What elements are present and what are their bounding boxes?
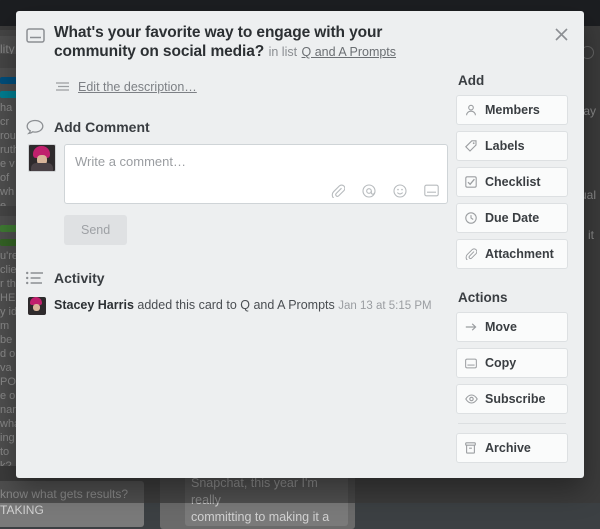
sidebar-item-label: Members [485,103,540,117]
section-title: Activity [54,270,105,286]
description-lines-icon [56,82,69,93]
sidebar-item-label: Move [485,320,517,334]
add-comment-heading: Add Comment [26,119,448,135]
comment-toolbar [331,184,439,198]
arrow-right-icon [465,321,478,333]
copy-card-icon [465,358,478,369]
sidebar-item-label: Subscribe [485,392,545,406]
sidebar-item-attachment[interactable]: Attachment [456,239,568,269]
mention-icon[interactable] [362,184,376,198]
in-list-label: in list [269,45,297,59]
close-icon[interactable] [546,19,576,49]
sidebar-item-subscribe[interactable]: Subscribe [456,384,568,414]
card-insert-icon[interactable] [424,184,439,198]
card-main-column: What's your favorite way to engage with … [26,23,456,478]
list-name-link[interactable]: Q and A Prompts [302,45,397,59]
card-header: What's your favorite way to engage with … [26,23,448,61]
activity-entry: Stacey Harris added this card to Q and A… [28,297,448,315]
comment-placeholder: Write a comment… [65,145,447,178]
sidebar-item-move[interactable]: Move [456,312,568,342]
sidebar-item-label: Attachment [485,247,554,261]
card-icon [26,27,45,48]
background-card-text: committing to making it a part of my [191,509,342,526]
sidebar-actions-heading: Actions [458,290,568,305]
sidebar-item-label: Copy [485,356,516,370]
sidebar-item-label: Due Date [485,211,539,225]
avatar [28,297,46,315]
paperclip-icon [465,248,478,260]
avatar [28,144,56,172]
card-detail-modal: What's your favorite way to engage with … [16,11,584,478]
description-row: Edit the description… [56,80,448,94]
sidebar-item-label: Archive [485,441,531,455]
sidebar-item-copy[interactable]: Copy [456,348,568,378]
send-button[interactable]: Send [64,215,127,245]
card-sidebar: Add Members Labels Checklist [456,23,568,478]
section-title: Add Comment [54,119,150,135]
member-icon [465,104,478,116]
edit-description-link[interactable]: Edit the description… [78,80,197,94]
comment-composer: Write a comment… [28,144,448,204]
sidebar-item-labels[interactable]: Labels [456,131,568,161]
sidebar-divider [458,423,566,424]
attachment-icon[interactable] [331,184,345,198]
comment-input[interactable]: Write a comment… [64,144,448,204]
activity-entry-text: Stacey Harris added this card to Q and A… [54,297,432,315]
activity-timestamp: Jan 13 at 5:15 PM [338,300,431,312]
comment-bubble-icon [26,119,45,135]
sidebar-item-checklist[interactable]: Checklist [456,167,568,197]
emoji-icon[interactable] [393,184,407,198]
clock-icon [465,212,478,224]
checklist-icon [465,176,478,188]
sidebar-item-archive[interactable]: Archive [456,433,568,463]
archive-box-icon [465,442,478,454]
sidebar-item-label: Checklist [485,175,541,189]
sidebar-item-due-date[interactable]: Due Date [456,203,568,233]
sidebar-item-members[interactable]: Members [456,95,568,125]
activity-list-icon [26,271,45,285]
sidebar-item-label: Labels [485,139,525,153]
eye-icon [465,394,478,404]
modal-body: What's your favorite way to engage with … [16,11,584,478]
activity-action: added this card to Q and A Prompts [137,298,334,312]
activity-heading: Activity [26,270,448,286]
label-tag-icon [465,140,478,152]
card-title-block: What's your favorite way to engage with … [54,23,412,61]
activity-author: Stacey Harris [54,298,134,312]
sidebar-add-heading: Add [458,73,568,88]
